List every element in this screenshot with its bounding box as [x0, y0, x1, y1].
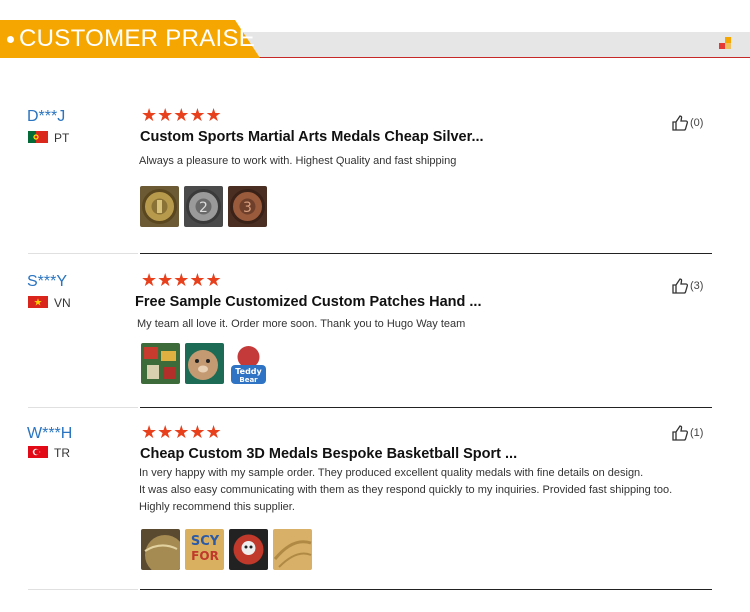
like-button[interactable]: (1)	[671, 424, 703, 442]
review-divider	[140, 253, 712, 254]
review-images: 2 3	[140, 186, 267, 227]
review-image-thumbnail[interactable]	[273, 529, 312, 570]
review-image-thumbnail[interactable]	[141, 343, 180, 384]
portugal-flag-icon	[28, 131, 48, 143]
section-title: CUSTOMER PRAISE	[19, 25, 256, 52]
product-title-link[interactable]: Custom Sports Martial Arts Medals Cheap …	[140, 129, 484, 145]
reviewer-name: S***Y	[27, 273, 68, 290]
review-divider	[140, 407, 712, 408]
review-image-thumbnail[interactable]: Teddy Bear	[229, 343, 268, 384]
svg-text:3: 3	[243, 200, 252, 216]
reviewer-name: W***H	[27, 425, 73, 442]
section-header: CUSTOMER PRAISE	[0, 20, 750, 58]
review-images: Teddy Bear	[141, 343, 268, 384]
review-line: In very happy with my sample order. They…	[139, 467, 644, 479]
review-image-thumbnail[interactable]	[141, 529, 180, 570]
review-divider-left	[28, 407, 138, 408]
like-count: (3)	[690, 280, 704, 292]
svg-text:2: 2	[199, 200, 208, 216]
review-line: My team all love it. Order more soon. Th…	[137, 318, 466, 330]
like-button[interactable]: (3)	[671, 277, 703, 295]
star-rating: ★★★★★	[141, 270, 222, 290]
reviewer-name: D***J	[27, 108, 66, 125]
product-title-link[interactable]: Free Sample Customized Custom Patches Ha…	[135, 294, 481, 310]
reviewer-country: PT	[54, 131, 70, 145]
review-image-thumbnail[interactable]: 3	[228, 186, 267, 227]
thumbs-up-icon	[672, 115, 689, 131]
thumbs-up-icon	[672, 425, 689, 441]
product-title-link[interactable]: Cheap Custom 3D Medals Bespoke Basketbal…	[140, 446, 517, 462]
star-rating: ★★★★★	[141, 105, 222, 125]
review-text: My team all love it. Order more soon. Th…	[137, 316, 697, 333]
svg-text:Teddy: Teddy	[235, 367, 262, 376]
review-divider-left	[28, 589, 138, 590]
like-button[interactable]: (0)	[671, 114, 703, 132]
review-line: Highly recommend this supplier.	[139, 501, 295, 513]
review-text: Always a pleasure to work with. Highest …	[139, 153, 699, 170]
thumbs-up-icon	[672, 278, 689, 294]
review-divider-left	[28, 253, 138, 254]
svg-text:Bear: Bear	[239, 376, 258, 384]
logo-squares-icon	[719, 37, 733, 51]
turkey-flag-icon	[28, 446, 48, 458]
like-count: (1)	[690, 427, 704, 439]
reviewer-country: VN	[54, 296, 71, 310]
review-image-thumbnail[interactable]	[185, 343, 224, 384]
header-bullet-icon	[7, 36, 14, 43]
review-image-thumbnail[interactable]	[140, 186, 179, 227]
review-divider	[140, 589, 712, 590]
review-line: It was also easy communicating with them…	[139, 484, 673, 496]
review-text: In very happy with my sample order. They…	[139, 465, 699, 516]
like-count: (0)	[690, 117, 704, 129]
review-image-thumbnail[interactable]: SCY FOR	[185, 529, 224, 570]
star-rating: ★★★★★	[141, 422, 222, 442]
review-line: Always a pleasure to work with. Highest …	[139, 155, 457, 167]
review-image-thumbnail[interactable]: 2	[184, 186, 223, 227]
svg-text:SCY: SCY	[191, 534, 220, 549]
review-images: SCY FOR	[141, 529, 312, 570]
svg-text:FOR: FOR	[191, 549, 219, 563]
reviewer-country: TR	[54, 446, 70, 460]
review-image-thumbnail[interactable]	[229, 529, 268, 570]
vietnam-flag-icon	[28, 296, 48, 308]
